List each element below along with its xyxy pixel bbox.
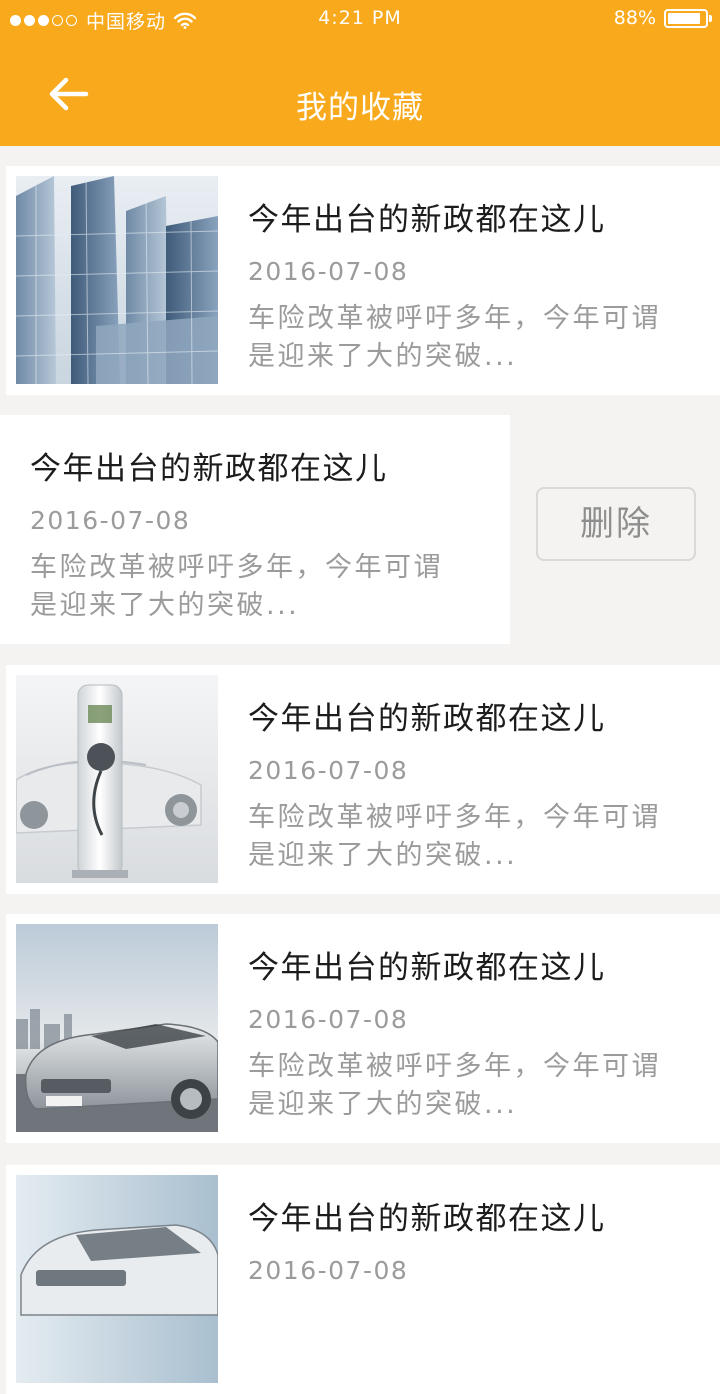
favorite-item-swiped[interactable]: 今年出台的新政都在这儿 2016-07-08 车险改革被呼吁多年，今年可谓 是迎… — [0, 415, 510, 644]
page-title: 我的收藏 — [296, 90, 424, 126]
article-title: 今年出台的新政都在这儿 — [248, 701, 606, 737]
article-thumbnail — [16, 176, 218, 384]
article-thumbnail — [16, 1175, 218, 1383]
article-thumbnail — [16, 675, 218, 883]
article-date: 2016-07-08 — [30, 506, 191, 535]
battery-percent: 88% — [613, 7, 656, 29]
article-title: 今年出台的新政都在这儿 — [30, 451, 388, 487]
article-date: 2016-07-08 — [248, 257, 409, 286]
article-title: 今年出台的新政都在这儿 — [248, 202, 606, 238]
favorite-item[interactable]: 今年出台的新政都在这儿 2016-07-08 车险改革被呼吁多年，今年可谓 是迎… — [6, 665, 720, 894]
article-summary: 车险改革被呼吁多年，今年可谓 是迎来了大的突破... — [248, 802, 661, 871]
article-summary: 车险改革被呼吁多年，今年可谓 是迎来了大的突破... — [30, 552, 443, 621]
app-header: 中国移动 4:21 PM 88% 我的收藏 — [0, 0, 720, 146]
article-date: 2016-07-08 — [248, 756, 409, 785]
article-title: 今年出台的新政都在这儿 — [248, 950, 606, 986]
status-time: 4:21 PM — [318, 7, 402, 29]
article-thumbnail — [16, 924, 218, 1132]
article-summary: 车险改革被呼吁多年，今年可谓 是迎来了大的突破... — [248, 1051, 661, 1120]
article-title: 今年出台的新政都在这儿 — [248, 1201, 606, 1237]
favorite-item[interactable]: 今年出台的新政都在这儿 2016-07-08 车险改革被呼吁多年，今年可谓 是迎… — [6, 914, 720, 1143]
status-bar: 中国移动 4:21 PM 88% — [0, 0, 720, 40]
favorite-item[interactable]: 今年出台的新政都在这儿 2016-07-08 车险改革被呼吁多年，今年可谓 是迎… — [6, 166, 720, 395]
article-summary: 车险改革被呼吁多年，今年可谓 是迎来了大的突破... — [248, 303, 661, 372]
article-date: 2016-07-08 — [248, 1005, 409, 1034]
battery-icon — [664, 8, 712, 28]
article-date: 2016-07-08 — [248, 1256, 409, 1285]
delete-button[interactable]: 删除 — [536, 487, 696, 561]
nav-bar: 我的收藏 — [0, 40, 720, 146]
